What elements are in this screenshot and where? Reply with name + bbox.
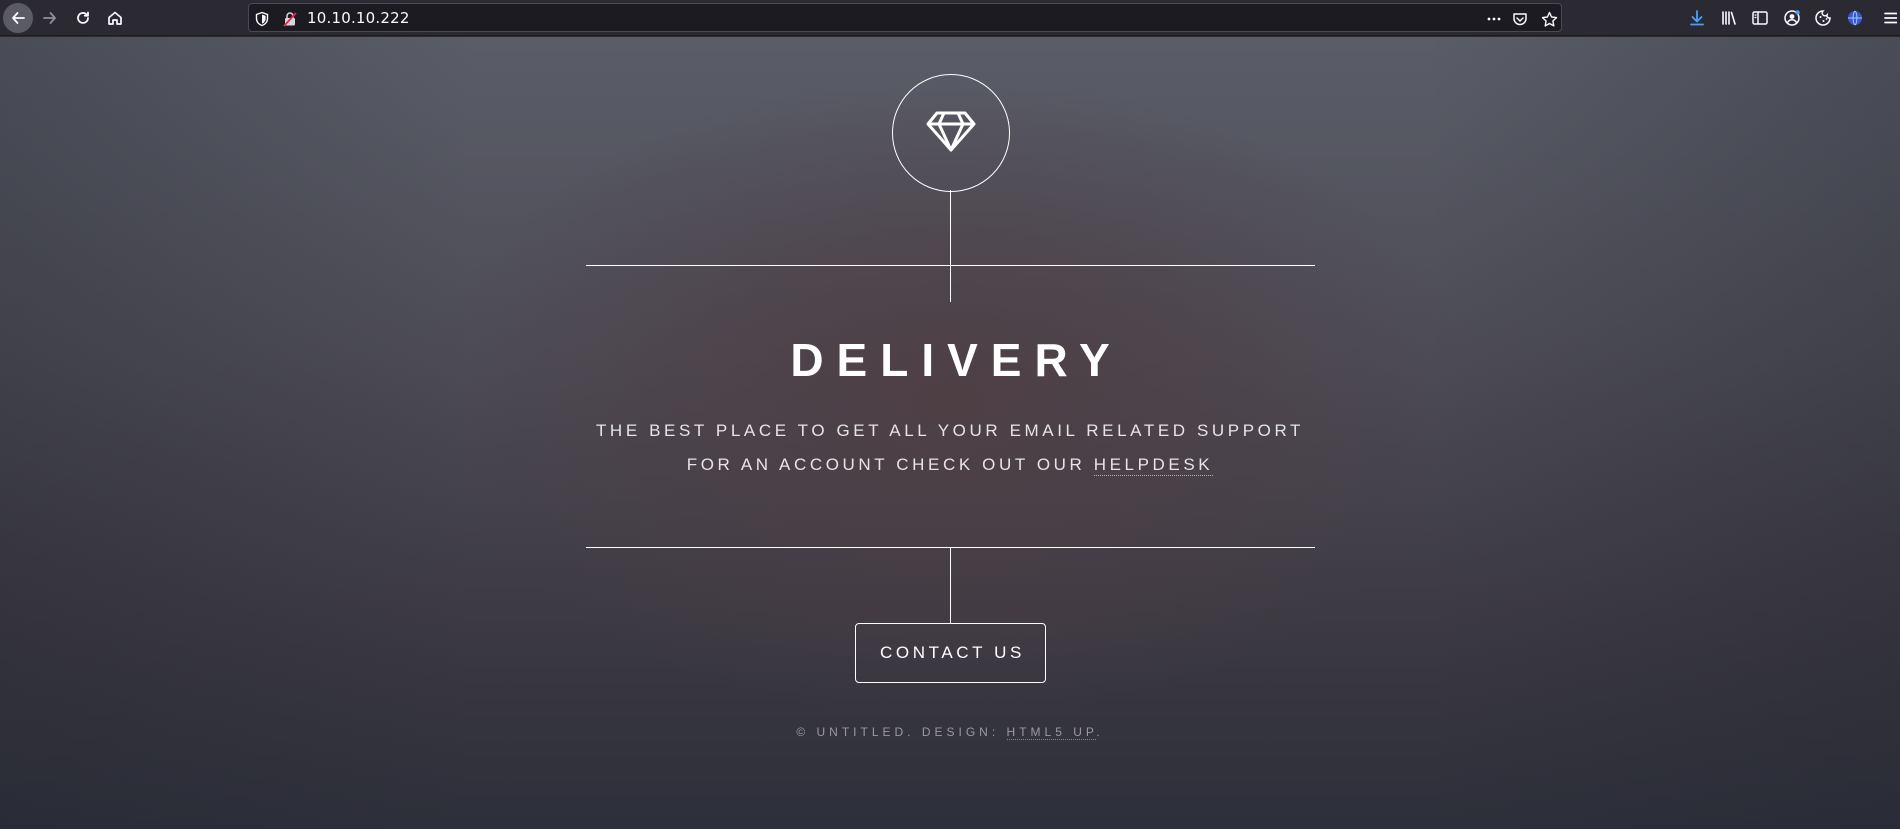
back-button[interactable] — [3, 3, 33, 33]
pocket-icon[interactable] — [1511, 10, 1529, 28]
tagline-line-1: THE BEST PLACE TO GET ALL YOUR EMAIL REL… — [595, 421, 1305, 440]
star-icon[interactable] — [1540, 10, 1558, 28]
more-dots-icon[interactable] — [1485, 10, 1503, 28]
hamburger-menu-icon — [1883, 10, 1897, 26]
forward-arrow-icon — [41, 9, 59, 27]
web-page: DELIVERY THE BEST PLACE TO GET ALL YOUR … — [0, 37, 1900, 829]
reload-icon — [74, 9, 92, 27]
contact-us-button[interactable]: CONTACT US — [855, 623, 1046, 683]
app-menu-button[interactable] — [1880, 3, 1900, 33]
url-text[interactable]: 10.10.10.222 — [307, 9, 410, 27]
insecure-lock-icon[interactable] — [281, 10, 299, 28]
sidebar-button[interactable] — [1745, 3, 1775, 33]
reload-button[interactable] — [68, 3, 98, 33]
cookie-extension-button[interactable] — [1808, 3, 1838, 33]
connector-line-bottom — [950, 547, 951, 623]
home-button[interactable] — [100, 3, 130, 33]
download-icon — [1688, 9, 1706, 27]
footer-text: © UNTITLED. DESIGN: — [796, 725, 1007, 739]
html5up-link[interactable]: HTML5 UP — [1006, 725, 1097, 740]
footer-copyright: © UNTITLED. DESIGN: HTML5 UP. — [0, 725, 1900, 740]
globe-icon — [1846, 9, 1864, 27]
back-arrow-icon — [9, 9, 27, 27]
helpdesk-link[interactable]: HELPDESK — [1093, 455, 1214, 476]
diamond-icon — [925, 109, 977, 157]
home-icon — [106, 9, 124, 27]
forward-button[interactable] — [35, 3, 65, 33]
account-icon — [1783, 9, 1801, 27]
browser-toolbar: 10.10.10.222 — [0, 0, 1900, 36]
library-button[interactable] — [1714, 3, 1744, 33]
tagline-line-2-text: FOR AN ACCOUNT CHECK OUT OUR — [686, 455, 1094, 474]
account-button[interactable] — [1777, 3, 1807, 33]
connector-line-top — [950, 190, 951, 302]
tagline-line-2: FOR AN ACCOUNT CHECK OUT OUR HELPDESK — [0, 455, 1900, 476]
shield-icon[interactable] — [253, 10, 271, 28]
library-icon — [1720, 9, 1738, 27]
divider-top — [586, 265, 1315, 266]
site-title: DELIVERY — [790, 334, 1123, 386]
vpn-extension-button[interactable] — [1840, 3, 1870, 33]
footer-period: . — [1096, 725, 1104, 739]
downloads-button[interactable] — [1682, 3, 1712, 33]
logo-circle — [892, 74, 1010, 192]
cookie-icon — [1814, 9, 1832, 27]
url-bar[interactable]: 10.10.10.222 — [248, 3, 1562, 32]
sidebar-icon — [1751, 9, 1769, 27]
